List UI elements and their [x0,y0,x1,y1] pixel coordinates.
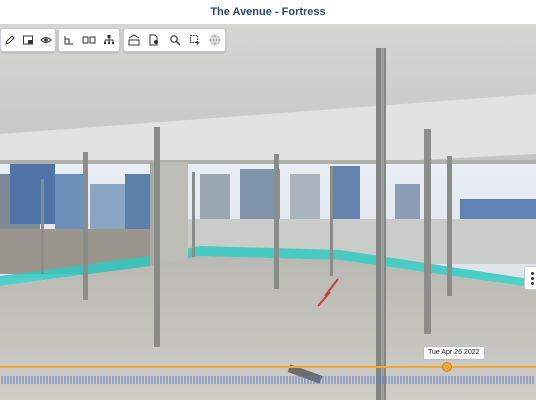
site-panorama-image [0,24,536,400]
timeline-capture-ticks [1,376,534,384]
hierarchy-icon[interactable] [101,31,117,49]
navigate-toolbar [58,28,120,52]
annotate-toolbar [0,28,56,52]
layers-icon[interactable] [21,31,35,49]
timeline-scrubber-handle[interactable] [442,362,452,372]
window-title: The Avenue - Fortress [210,6,326,18]
floorplan-icon[interactable] [61,31,77,49]
tools-toolbar [123,28,226,52]
title-bar: The Avenue - Fortress [0,0,536,25]
overflow-menu-button[interactable] [524,266,536,290]
split-view-icon[interactable] [81,31,97,49]
more-vertical-icon [530,271,534,275]
eye-icon[interactable] [39,31,53,49]
panorama-viewer[interactable] [0,24,536,400]
capture-timeline[interactable] [0,362,536,400]
timeline-track [0,366,536,368]
more-vertical-icon-dot [530,276,534,280]
select-area-icon[interactable] [187,31,203,49]
timeline-date-label: Tue Apr 26 2022 [423,346,485,360]
pencil-icon[interactable] [3,31,17,49]
more-vertical-icon-dot [530,281,534,285]
search-icon[interactable] [166,31,182,49]
document-settings-icon[interactable] [146,31,162,49]
globe-icon[interactable] [207,31,223,49]
bim-icon[interactable] [126,31,142,49]
